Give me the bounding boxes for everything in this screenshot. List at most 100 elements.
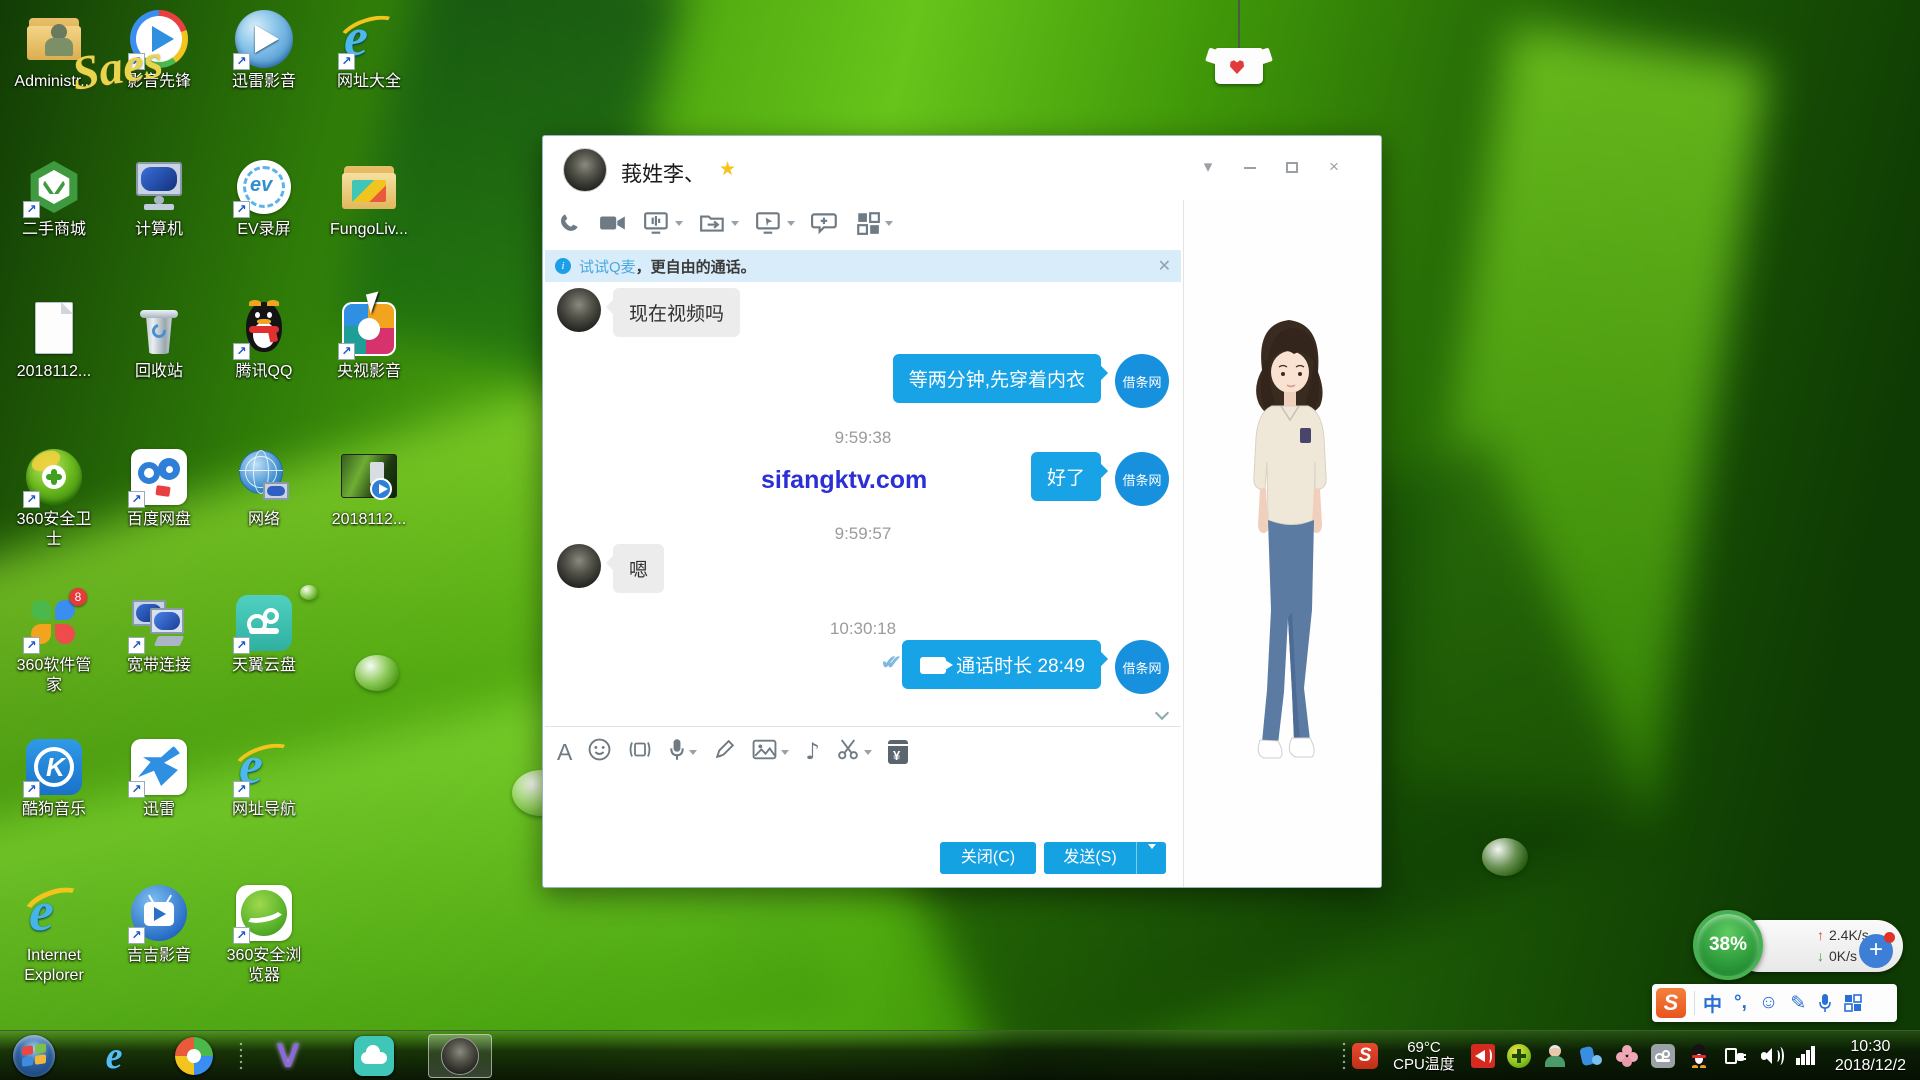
input-divider bbox=[545, 726, 1181, 727]
handwrite-button[interactable] bbox=[705, 738, 744, 767]
desktop-icon-wangzhi-daquan[interactable]: e ↗网址大全 bbox=[322, 10, 416, 92]
taskbar-vagaa-button[interactable]: V bbox=[262, 1034, 314, 1078]
minimize-button[interactable] bbox=[1235, 154, 1265, 180]
desktop-icon-wangzhi-daohang[interactable]: e ↗网址导航 bbox=[217, 738, 311, 820]
ime-toolbox-icon[interactable] bbox=[1844, 994, 1862, 1012]
taskbar-grip[interactable] bbox=[238, 1041, 244, 1071]
qmic-share-button[interactable] bbox=[635, 206, 691, 240]
send-image-button[interactable] bbox=[744, 738, 797, 767]
self-avatar[interactable]: 借条网 bbox=[1115, 640, 1169, 694]
peer-avatar[interactable] bbox=[563, 148, 607, 192]
desktop-icon-xunlei-yingyin[interactable]: ↗迅雷影音 bbox=[217, 10, 311, 92]
xunlei-yingyin-icon: ↗ bbox=[235, 10, 293, 68]
peer-avatar[interactable] bbox=[557, 544, 601, 588]
kuandai-lianjie-icon: ↗ bbox=[130, 594, 188, 652]
ershou-shangcheng-icon: ↗ bbox=[25, 158, 83, 216]
doc-2018112-icon bbox=[25, 300, 83, 358]
tray-flower-app-icon[interactable] bbox=[1612, 1041, 1642, 1071]
tray-qq-penguin-icon[interactable] bbox=[1684, 1041, 1714, 1071]
charm-string bbox=[1238, 0, 1240, 50]
tray-network-signal-icon[interactable] bbox=[1792, 1041, 1822, 1071]
call-record-bubble[interactable]: 通话时长 28:49 bbox=[902, 640, 1101, 689]
peer-avatar[interactable] bbox=[557, 288, 601, 332]
voice-call-icon bbox=[557, 210, 583, 236]
self-avatar[interactable]: 借条网 bbox=[1115, 354, 1169, 408]
desktop-icon-360-anquan-weishi[interactable]: ↗360安全卫士 bbox=[7, 448, 101, 550]
taskbar-clock[interactable]: 10:30 2018/12/2 bbox=[1835, 1037, 1906, 1075]
taskbar-ie-button[interactable]: e bbox=[88, 1034, 140, 1078]
close-chat-button[interactable]: 关闭(C) bbox=[940, 842, 1036, 874]
create-group-button[interactable] bbox=[803, 206, 847, 240]
emoji-button[interactable] bbox=[580, 738, 619, 767]
shortcut-arrow-icon: ↗ bbox=[233, 201, 250, 218]
close-button[interactable]: × bbox=[1319, 154, 1349, 180]
ime-emoji-icon[interactable]: ☺ bbox=[1759, 992, 1778, 1014]
red-packet-button[interactable]: ¥ bbox=[880, 740, 916, 764]
memory-usage-ball[interactable]: 38% bbox=[1693, 910, 1763, 980]
tray-grip[interactable] bbox=[1341, 1041, 1347, 1071]
ime-mic-icon[interactable] bbox=[1818, 993, 1832, 1013]
tray-assistant-person-icon[interactable] bbox=[1540, 1041, 1570, 1071]
desktop-icon-label: 央视影音 bbox=[322, 362, 416, 382]
start-button[interactable] bbox=[8, 1034, 60, 1078]
voice-call-button[interactable] bbox=[549, 206, 591, 240]
taskbar-cloud-button[interactable] bbox=[348, 1034, 400, 1078]
tray-plug-device-icon[interactable] bbox=[1720, 1041, 1750, 1071]
music-button[interactable]: ♪ bbox=[797, 739, 828, 765]
desktop-icon-ev-luping[interactable]: ev↗EV录屏 bbox=[217, 158, 311, 240]
send-options-button[interactable] bbox=[1136, 842, 1166, 874]
qmic-link[interactable]: 试试Q麦 bbox=[579, 256, 636, 277]
desktop-icon-jiji-yingyin[interactable]: ↗吉吉影音 bbox=[112, 884, 206, 966]
tray-cloud-sync-icon[interactable] bbox=[1648, 1041, 1678, 1071]
music-icon: ♪ bbox=[805, 739, 820, 765]
desktop-icon-internet-explorer[interactable]: e InternetExplorer bbox=[7, 884, 101, 986]
video-camera-icon bbox=[920, 657, 946, 674]
ime-handwrite-icon[interactable]: ✎ bbox=[1790, 992, 1806, 1015]
screenshot-button[interactable] bbox=[828, 738, 880, 767]
desktop-icon-tengxun-qq[interactable]: ↗腾讯QQ bbox=[217, 300, 311, 382]
desktop-icon-video-2018112[interactable]: 2018112... bbox=[322, 448, 416, 530]
voice-message-button[interactable] bbox=[661, 738, 705, 767]
video-2018112-icon bbox=[340, 448, 398, 506]
taskbar-sogou-button[interactable] bbox=[168, 1034, 220, 1078]
send-button[interactable]: 发送(S) bbox=[1044, 842, 1136, 874]
desktop-icon-kuandai-lianjie[interactable]: ↗ 宽带连接 bbox=[112, 594, 206, 676]
desktop-icon-kugou-yinyue[interactable]: K↗酷狗音乐 bbox=[7, 738, 101, 820]
desktop-icon-label: 宽带连接 bbox=[112, 656, 206, 676]
desktop-icon-yangshi-yingyin[interactable]: ↗央视影音 bbox=[322, 300, 416, 382]
taskbar-qq-chat-task[interactable] bbox=[428, 1034, 492, 1078]
ime-chinese-mode[interactable]: 中 bbox=[1703, 990, 1722, 1017]
desktop-icon-360-ruanjian-guanjia[interactable]: ↗8360软件管家 bbox=[7, 594, 101, 696]
tray-phone-app-icon[interactable] bbox=[1576, 1041, 1606, 1071]
desktop-icon-huishouzhan[interactable]: 回收站 bbox=[112, 300, 206, 382]
maximize-button[interactable] bbox=[1277, 154, 1307, 180]
font-style-button[interactable]: A bbox=[549, 739, 580, 766]
video-call-button[interactable] bbox=[591, 206, 635, 240]
add-button[interactable]: + bbox=[1859, 934, 1893, 968]
notice-close-icon[interactable]: ✕ bbox=[1158, 256, 1171, 276]
send-file-button[interactable] bbox=[691, 206, 747, 240]
window-menu-button[interactable]: ▾ bbox=[1193, 154, 1223, 180]
desktop-icon-fungolive[interactable]: FungoLiv... bbox=[322, 158, 416, 240]
tray-volume-icon[interactable] bbox=[1756, 1041, 1786, 1071]
desktop-icon-360-anquan-liulanqi[interactable]: ↗360安全浏览器 bbox=[217, 884, 311, 986]
tray-antivirus-360-icon[interactable] bbox=[1504, 1041, 1534, 1071]
tray-sogou-s-icon[interactable]: S bbox=[1350, 1041, 1380, 1071]
desktop-icon-xunlei[interactable]: ↗迅雷 bbox=[112, 738, 206, 820]
desktop-icon-ershou-shangcheng[interactable]: ↗二手商城 bbox=[7, 158, 101, 240]
desktop-icon-tianyi-yunpan[interactable]: ↗天翼云盘 bbox=[217, 594, 311, 676]
more-apps-button[interactable] bbox=[847, 206, 901, 240]
remote-demo-button[interactable] bbox=[747, 206, 803, 240]
desktop-icon-jisuanji[interactable]: 计算机 bbox=[112, 158, 206, 240]
tray-megaphone-icon[interactable] bbox=[1468, 1041, 1498, 1071]
ime-punctuation[interactable]: °, bbox=[1734, 992, 1747, 1014]
desktop-icon-doc-2018112[interactable]: 2018112... bbox=[7, 300, 101, 382]
desktop-icon-baidu-wangpan[interactable]: ↗百度网盘 bbox=[112, 448, 206, 530]
download-speed: ↓0K/s bbox=[1817, 948, 1857, 964]
window-shake-button[interactable] bbox=[619, 738, 661, 767]
chat-message-incoming: 嗯 bbox=[545, 544, 1181, 593]
sogou-ime-logo[interactable]: S bbox=[1656, 988, 1686, 1018]
self-avatar[interactable]: 借条网 bbox=[1115, 452, 1169, 506]
desktop-icon-wangluo[interactable]: 网络 bbox=[217, 448, 311, 530]
scroll-to-bottom-button[interactable] bbox=[1155, 708, 1173, 722]
